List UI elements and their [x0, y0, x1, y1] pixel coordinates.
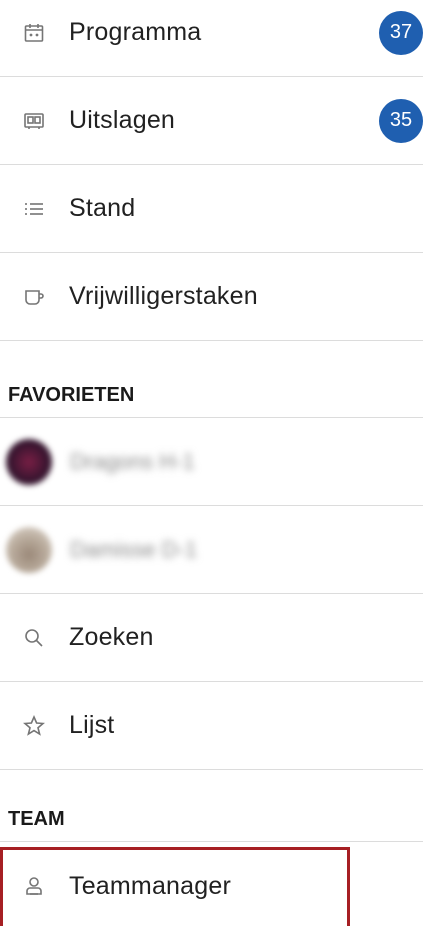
section-header-label: FAVORIETEN — [8, 384, 135, 406]
section-header-label: TEAM — [8, 808, 65, 830]
menu-item-label: Programma — [69, 18, 202, 46]
favorite-team-label: Dragons H-1 — [70, 448, 195, 474]
favorite-team-label: Damisse D-1 — [70, 536, 198, 562]
menu-item-label: Vrijwilligerstaken — [69, 282, 258, 310]
menu-item-label: Zoeken — [69, 623, 154, 651]
person-badge-icon — [22, 874, 46, 898]
team-avatar — [6, 438, 52, 485]
scoreboard-icon — [22, 109, 46, 133]
menu-item-stand[interactable]: Stand — [0, 165, 423, 253]
section-header-team: TEAM — [0, 770, 423, 842]
menu-item-vrijwilligerstaken[interactable]: Vrijwilligerstaken — [0, 253, 423, 341]
favorite-team-item[interactable]: Dragons H-1 — [0, 418, 423, 506]
cup-icon — [22, 285, 46, 309]
team-avatar — [6, 526, 52, 573]
count-badge: 37 — [379, 10, 423, 55]
count-badge: 35 — [379, 98, 423, 143]
menu-item-uitslagen[interactable]: Uitslagen 35 — [0, 77, 423, 165]
star-icon — [22, 714, 46, 738]
menu-item-label: Stand — [69, 194, 136, 222]
menu-item-lijst[interactable]: Lijst — [0, 682, 423, 770]
menu-item-label: Lijst — [69, 711, 115, 739]
list-icon — [22, 197, 46, 221]
menu-item-programma[interactable]: Programma 37 — [0, 0, 423, 77]
favorite-team-item[interactable]: Damisse D-1 — [0, 506, 423, 594]
section-header-favorieten: FAVORIETEN — [0, 342, 423, 418]
calendar-icon — [22, 21, 46, 45]
menu-item-zoeken[interactable]: Zoeken — [0, 594, 423, 682]
menu-item-label: Teammanager — [69, 871, 232, 900]
menu-item-label: Uitslagen — [69, 106, 176, 134]
menu-item-teammanager[interactable]: Teammanager — [0, 842, 423, 930]
search-icon — [22, 626, 46, 650]
